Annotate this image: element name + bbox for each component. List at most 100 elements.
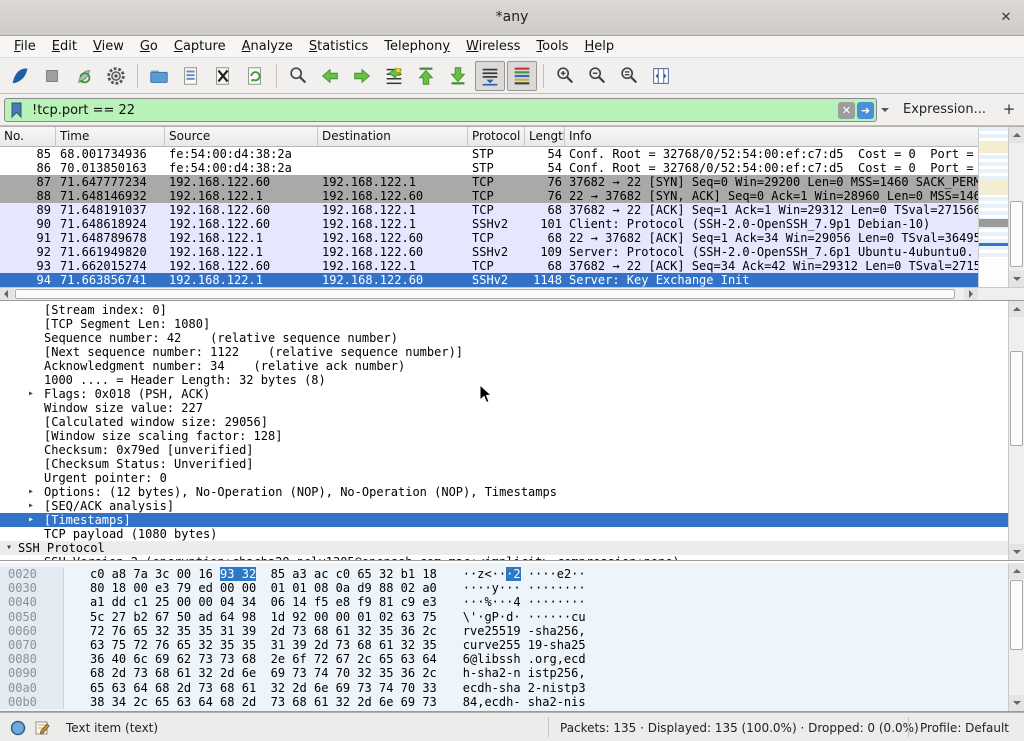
detail-line[interactable]: TCP payload (1080 bytes)	[0, 527, 1008, 541]
packet-minimap[interactable]	[978, 127, 1008, 287]
close-file-button[interactable]	[208, 61, 238, 91]
detail-line[interactable]: ▸SSH Version 2 (encryption:chacha20-poly…	[0, 555, 1008, 561]
scroll-up-icon[interactable]	[1009, 127, 1024, 143]
resize-columns-button[interactable]	[646, 61, 676, 91]
detail-line[interactable]: Urgent pointer: 0	[0, 471, 1008, 485]
go-first-packet-button[interactable]	[411, 61, 441, 91]
zoom-reset-button[interactable]	[614, 61, 644, 91]
scroll-down-icon[interactable]	[1009, 544, 1024, 560]
filter-bookmark-icon[interactable]	[8, 101, 28, 119]
column-header-length[interactable]: Length	[525, 127, 565, 146]
hex-row-0050[interactable]: 00505c 27 b2 67 50 ad 64 98 1d 92 00 00 …	[0, 610, 1008, 624]
detail-line[interactable]: ▸Flags: 0x018 (PSH, ACK)	[0, 387, 1008, 401]
hex-row-0060[interactable]: 006072 76 65 32 35 35 31 39 2d 73 68 61 …	[0, 624, 1008, 638]
close-window-icon[interactable]: ✕	[996, 8, 1016, 28]
menu-tools[interactable]: Tools	[528, 37, 576, 56]
packet-row-88[interactable]: 8871.648146932192.168.122.1192.168.122.6…	[0, 189, 978, 203]
detail-line[interactable]: ▾SSH Protocol	[0, 541, 1008, 555]
menu-telephony[interactable]: Telephony	[376, 37, 458, 56]
status-profile[interactable]: Profile: Default	[920, 721, 1009, 735]
detail-line[interactable]: ▸Options: (12 bytes), No-Operation (NOP)…	[0, 485, 1008, 499]
zoom-in-button[interactable]	[550, 61, 580, 91]
menu-file[interactable]: File	[6, 37, 44, 56]
column-header-protocol[interactable]: Protocol	[468, 127, 525, 146]
auto-scroll-button[interactable]	[475, 61, 505, 91]
scroll-down-icon[interactable]	[1009, 271, 1024, 287]
detail-line[interactable]: Sequence number: 42 (relative sequence n…	[0, 331, 1008, 345]
detail-line[interactable]: ▸[SEQ/ACK analysis]	[0, 499, 1008, 513]
hex-row-0030[interactable]: 003080 18 00 e3 79 ed 00 00 01 01 08 0a …	[0, 581, 1008, 595]
detail-line[interactable]: [Next sequence number: 1122 (relative se…	[0, 345, 1008, 359]
hex-row-0080[interactable]: 008036 40 6c 69 62 73 73 68 2e 6f 72 67 …	[0, 652, 1008, 666]
collapsed-arrow-icon[interactable]: ▸	[28, 513, 44, 527]
go-forward-button[interactable]	[347, 61, 377, 91]
packet-row-85[interactable]: 8568.001734936fe:54:00:d4:38:2aSTP54Conf…	[0, 147, 978, 161]
packet-row-93[interactable]: 9371.662015274192.168.122.60192.168.122.…	[0, 259, 978, 273]
hex-row-0020[interactable]: 0020c0 a8 7a 3c 00 16 93 32 85 a3 ac c0 …	[0, 567, 1008, 581]
hex-row-0090[interactable]: 009068 2d 73 68 61 32 2d 6e 69 73 74 70 …	[0, 666, 1008, 680]
packet-row-86[interactable]: 8670.013850163fe:54:00:d4:38:2aSTP54Conf…	[0, 161, 978, 175]
column-header-no[interactable]: No.	[0, 127, 56, 146]
collapsed-arrow-icon[interactable]: ▸	[28, 387, 44, 401]
detail-line[interactable]: Checksum: 0x79ed [unverified]	[0, 443, 1008, 457]
column-header-destination[interactable]: Destination	[318, 127, 468, 146]
packet-row-89[interactable]: 8971.648191037192.168.122.60192.168.122.…	[0, 203, 978, 217]
filter-apply-icon[interactable]: ➜	[857, 102, 874, 119]
detail-line[interactable]: 1000 .... = Header Length: 32 bytes (8)	[0, 373, 1008, 387]
expanded-arrow-icon[interactable]: ▾	[6, 541, 18, 555]
detail-line[interactable]: [Calculated window size: 29056]	[0, 415, 1008, 429]
packet-list-hscrollbar[interactable]	[0, 287, 978, 300]
hex-row-00b0[interactable]: 00b038 34 2c 65 63 64 68 2d 73 68 61 32 …	[0, 695, 1008, 709]
go-last-packet-button[interactable]	[443, 61, 473, 91]
save-file-button[interactable]	[176, 61, 206, 91]
add-filter-button[interactable]: +	[1000, 98, 1018, 120]
expression-button[interactable]: Expression...	[903, 102, 986, 117]
restart-capture-button[interactable]	[69, 61, 99, 91]
scrollbar-thumb[interactable]	[1010, 351, 1023, 446]
scroll-down-icon[interactable]	[1009, 695, 1024, 711]
details-vscrollbar[interactable]	[1008, 301, 1024, 560]
hex-row-0040[interactable]: 0040a1 dd c1 25 00 00 04 34 06 14 f5 e8 …	[0, 595, 1008, 609]
hex-row-0070[interactable]: 007063 75 72 76 65 32 35 35 31 39 2d 73 …	[0, 638, 1008, 652]
menu-analyze[interactable]: Analyze	[234, 37, 301, 56]
detail-line[interactable]: [TCP Segment Len: 1080]	[0, 317, 1008, 331]
menu-go[interactable]: Go	[132, 37, 166, 56]
zoom-out-button[interactable]	[582, 61, 612, 91]
detail-line[interactable]: [Stream index: 0]	[0, 303, 1008, 317]
menu-help[interactable]: Help	[576, 37, 622, 56]
filter-history-dropdown-icon[interactable]	[879, 102, 891, 118]
scroll-up-icon[interactable]	[1009, 301, 1024, 317]
packet-list-vscrollbar[interactable]	[1008, 127, 1024, 287]
packet-row-92[interactable]: 9271.661949820192.168.122.1192.168.122.6…	[0, 245, 978, 259]
colorize-button[interactable]	[507, 61, 537, 91]
scrollbar-thumb[interactable]	[1010, 201, 1023, 267]
collapsed-arrow-icon[interactable]: ▸	[28, 485, 44, 499]
collapsed-arrow-icon[interactable]: ▸	[28, 555, 44, 561]
stop-capture-button[interactable]	[37, 61, 67, 91]
go-to-packet-button[interactable]	[379, 61, 409, 91]
column-header-info[interactable]: Info	[565, 127, 978, 146]
packet-row-94[interactable]: 9471.663856741192.168.122.1192.168.122.6…	[0, 273, 978, 287]
menu-capture[interactable]: Capture	[166, 37, 234, 56]
display-filter-box[interactable]: ✕ ➜	[4, 98, 877, 122]
packet-list-header[interactable]: No.TimeSourceDestinationProtocolLengthIn…	[0, 127, 978, 147]
find-packet-button[interactable]	[283, 61, 313, 91]
scrollbar-thumb[interactable]	[15, 289, 955, 299]
packet-row-87[interactable]: 8771.647777234192.168.122.60192.168.122.…	[0, 175, 978, 189]
go-back-button[interactable]	[315, 61, 345, 91]
title-bar[interactable]: *any ✕	[0, 0, 1024, 36]
hex-row-00a0[interactable]: 00a065 63 64 68 2d 73 68 61 32 2d 6e 69 …	[0, 681, 1008, 695]
scroll-up-icon[interactable]	[1009, 563, 1024, 579]
scrollbar-thumb[interactable]	[1010, 580, 1023, 650]
display-filter-input[interactable]	[28, 100, 838, 120]
detail-line[interactable]: ▸[Timestamps]	[0, 513, 1008, 527]
detail-line[interactable]: [Checksum Status: Unverified]	[0, 457, 1008, 471]
capture-options-button[interactable]	[101, 61, 131, 91]
scroll-right-icon[interactable]	[964, 288, 978, 300]
reload-file-button[interactable]	[240, 61, 270, 91]
detail-line[interactable]: [Window size scaling factor: 128]	[0, 429, 1008, 443]
expert-info-icon[interactable]	[10, 720, 26, 739]
column-header-source[interactable]: Source	[165, 127, 318, 146]
hex-vscrollbar[interactable]	[1008, 563, 1024, 711]
column-header-time[interactable]: Time	[56, 127, 165, 146]
